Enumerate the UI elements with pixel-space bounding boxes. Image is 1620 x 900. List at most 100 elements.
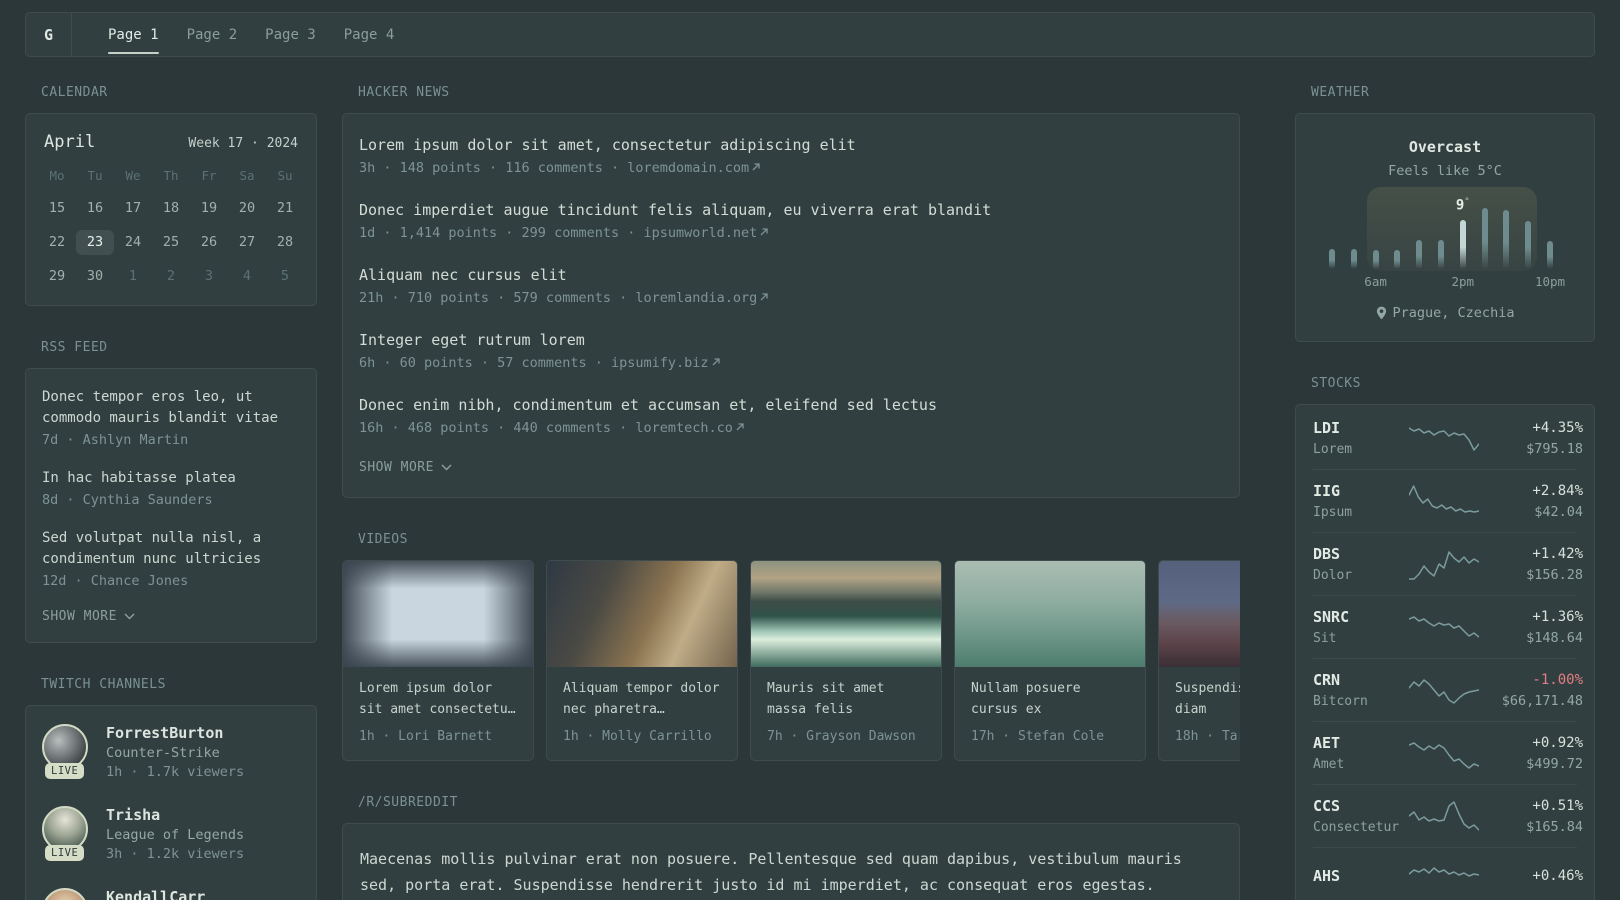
weather-bar [1525, 221, 1532, 269]
weather-bar [1329, 249, 1335, 269]
navbar: G Page 1 Page 2 Page 3 Page 4 [25, 12, 1595, 57]
hackernews-item-meta-text: 3h · 148 points · 116 comments · [359, 160, 628, 176]
hackernews-show-more-label: SHOW MORE [359, 460, 434, 475]
nav-tab[interactable]: Page 2 [173, 13, 252, 56]
nav-tab[interactable]: Page 3 [251, 13, 330, 56]
stock-row[interactable]: IIG Ipsum +2.84% $42.04 [1313, 469, 1583, 532]
nav-tab[interactable]: Page 1 [94, 13, 173, 56]
calendar-day-cell: 29 [48, 268, 66, 284]
stock-ticker: LDI [1313, 419, 1341, 437]
stock-sparkline [1409, 616, 1479, 638]
video-thumbnail[interactable] [343, 561, 533, 667]
video-title[interactable]: Aliquam tempor dolor nec pharetra… [563, 679, 721, 721]
twitch-avatar-wrap: LIVE [42, 724, 90, 779]
stock-price: $795.18 [1526, 440, 1583, 457]
calendar-day-header: Sa [239, 168, 255, 183]
twitch-channel-info: KendallCarr [106, 888, 205, 900]
video-meta: 1h · Molly Carrillo [563, 728, 712, 744]
stocks-widget: STOCKS LDI Lorem +4.35% $795.18 IIG Ipsu… [1295, 376, 1595, 900]
video-card[interactable]: Suspendisse potenti diam 18h · Tara [1158, 560, 1240, 761]
calendar-day-cell: 30 [86, 268, 104, 284]
stock-row[interactable]: CRN Bitcorn -1.00% $66,171.48 [1313, 658, 1583, 721]
stock-values: +0.51% $165.84 [1479, 798, 1583, 835]
video-title[interactable]: Suspendisse potenti diam [1175, 679, 1240, 721]
stock-row[interactable]: CCS Consectetur +0.51% $165.84 [1313, 784, 1583, 847]
video-thumbnail[interactable] [547, 561, 737, 667]
twitch-channel-row[interactable]: LIVE Trisha League of Legends 3h · 1.2k … [42, 806, 300, 862]
dashboard-page: G Page 1 Page 2 Page 3 Page 4 CALENDAR Apri… [0, 0, 1620, 900]
calendar-day-cell: 2 [166, 268, 176, 284]
hackernews-item-title[interactable]: Donec enim nibh, condimentum et accumsan… [359, 396, 1223, 414]
twitch-channel-row[interactable]: KendallCarr [42, 888, 300, 900]
stock-row[interactable]: AET Amet +0.92% $499.72 [1313, 721, 1583, 784]
stock-id: SNRC Sit [1313, 608, 1409, 646]
stock-ticker: CCS [1313, 797, 1341, 815]
video-meta: 1h · Lori Barnett [359, 728, 493, 744]
video-card-body: Lorem ipsum dolor sit amet consectetu… 1… [343, 667, 533, 760]
hackernews-item-domain-link[interactable]: loremlandia.org [635, 290, 757, 306]
nav-tab-label: Page 2 [186, 26, 238, 43]
stock-ticker: DBS [1313, 545, 1341, 563]
stock-row[interactable]: DBS Dolor +1.42% $156.28 [1313, 532, 1583, 595]
rss-item-meta: 7d · Ashlyn Martin [42, 432, 189, 448]
twitch-widget: TWITCH CHANNELS LIVE ForrestBurton Count… [25, 677, 317, 900]
stock-ticker: SNRC [1313, 608, 1350, 626]
calendar-day-cell: 20 [238, 200, 256, 216]
subreddit-post-title[interactable]: Maecenas mollis pulvinar erat non posuer… [360, 846, 1222, 899]
hackernews-item-title[interactable]: Integer eget rutrum lorem [359, 331, 1223, 349]
live-badge: LIVE [45, 845, 85, 861]
stock-row[interactable]: LDI Lorem +4.35% $795.18 [1313, 407, 1583, 469]
weather-chart: 9° 6am 2pm 10pm [1325, 187, 1565, 289]
twitch-channel-name[interactable]: Trisha [106, 806, 244, 824]
hackernews-item-domain-link[interactable]: ipsumify.biz [611, 355, 709, 371]
twitch-channel-name[interactable]: KendallCarr [106, 888, 205, 900]
hackernews-item: Aliquam nec cursus elit 21h · 710 points… [359, 266, 1223, 306]
twitch-channel-row[interactable]: LIVE ForrestBurton Counter-Strike 1h · 1… [42, 724, 300, 780]
calendar-day-cell: 24 [124, 234, 142, 250]
twitch-channel-name[interactable]: ForrestBurton [106, 724, 244, 742]
video-title[interactable]: Lorem ipsum dolor sit amet consectetu… [359, 679, 517, 721]
stock-row[interactable]: SNRC Sit +1.36% $148.64 [1313, 595, 1583, 658]
stock-row[interactable]: AHS +0.46% [1313, 847, 1583, 900]
stock-price: $66,171.48 [1501, 692, 1583, 709]
rss-item-title[interactable]: In hac habitasse platea [42, 468, 300, 489]
video-card[interactable]: Nullam posuere cursus ex 17h · Stefan Co… [954, 560, 1146, 761]
stock-change: +1.36% [1532, 608, 1583, 625]
rss-item-meta: 8d · Cynthia Saunders [42, 492, 213, 508]
stock-name: Ipsum [1313, 505, 1353, 520]
hackernews-item-domain-link[interactable]: loremtech.co [635, 420, 733, 436]
hackernews-item-domain-link[interactable]: ipsumworld.net [643, 225, 757, 241]
calendar-day-cell: 3 [204, 268, 214, 284]
video-thumbnail[interactable] [751, 561, 941, 667]
stock-id: IIG Ipsum [1313, 482, 1409, 520]
video-title[interactable]: Mauris sit amet massa felis [767, 679, 925, 721]
nav-tab[interactable]: Page 4 [330, 13, 409, 56]
hackernews-item-title[interactable]: Lorem ipsum dolor sit amet, consectetur … [359, 136, 1223, 154]
hackernews-item-domain-link[interactable]: loremdomain.com [627, 160, 749, 176]
rss-list: Donec tempor eros leo, ut commodo mauris… [42, 387, 300, 589]
video-card[interactable]: Lorem ipsum dolor sit amet consectetu… 1… [342, 560, 534, 761]
external-link-icon [760, 293, 768, 301]
hackernews-show-more-button[interactable]: SHOW MORE [359, 460, 452, 475]
rss-item-title[interactable]: Sed volutpat nulla nisl, a condimentum n… [42, 528, 300, 570]
video-thumbnail[interactable] [955, 561, 1145, 667]
right-column: WEATHER Overcast Feels like 5°C 9° 6am 2p… [1295, 85, 1595, 900]
hackernews-item-title[interactable]: Donec imperdiet augue tincidunt felis al… [359, 201, 1223, 219]
stock-sparkline [1409, 867, 1479, 877]
video-card[interactable]: Aliquam tempor dolor nec pharetra… 1h · … [546, 560, 738, 761]
video-title[interactable]: Nullam posuere cursus ex [971, 679, 1129, 721]
stock-price: $42.04 [1534, 503, 1583, 520]
hackernews-item: Donec imperdiet augue tincidunt felis al… [359, 201, 1223, 241]
video-card[interactable]: Mauris sit amet massa felis 7h · Grayson… [750, 560, 942, 761]
video-thumbnail[interactable] [1159, 561, 1240, 667]
stock-sparkline [1409, 485, 1479, 513]
chevron-down-icon [124, 613, 135, 620]
rss-show-more-button[interactable]: SHOW MORE [42, 609, 135, 624]
rss-item-title[interactable]: Donec tempor eros leo, ut commodo mauris… [42, 387, 300, 429]
calendar-month: April [44, 132, 96, 152]
twitch-channel-info: ForrestBurton Counter-Strike 1h · 1.7k v… [106, 724, 244, 780]
video-card-body: Nullam posuere cursus ex 17h · Stefan Co… [955, 667, 1145, 760]
avatar [42, 888, 88, 900]
hackernews-item-title[interactable]: Aliquam nec cursus elit [359, 266, 1223, 284]
weather-bar [1459, 220, 1466, 269]
